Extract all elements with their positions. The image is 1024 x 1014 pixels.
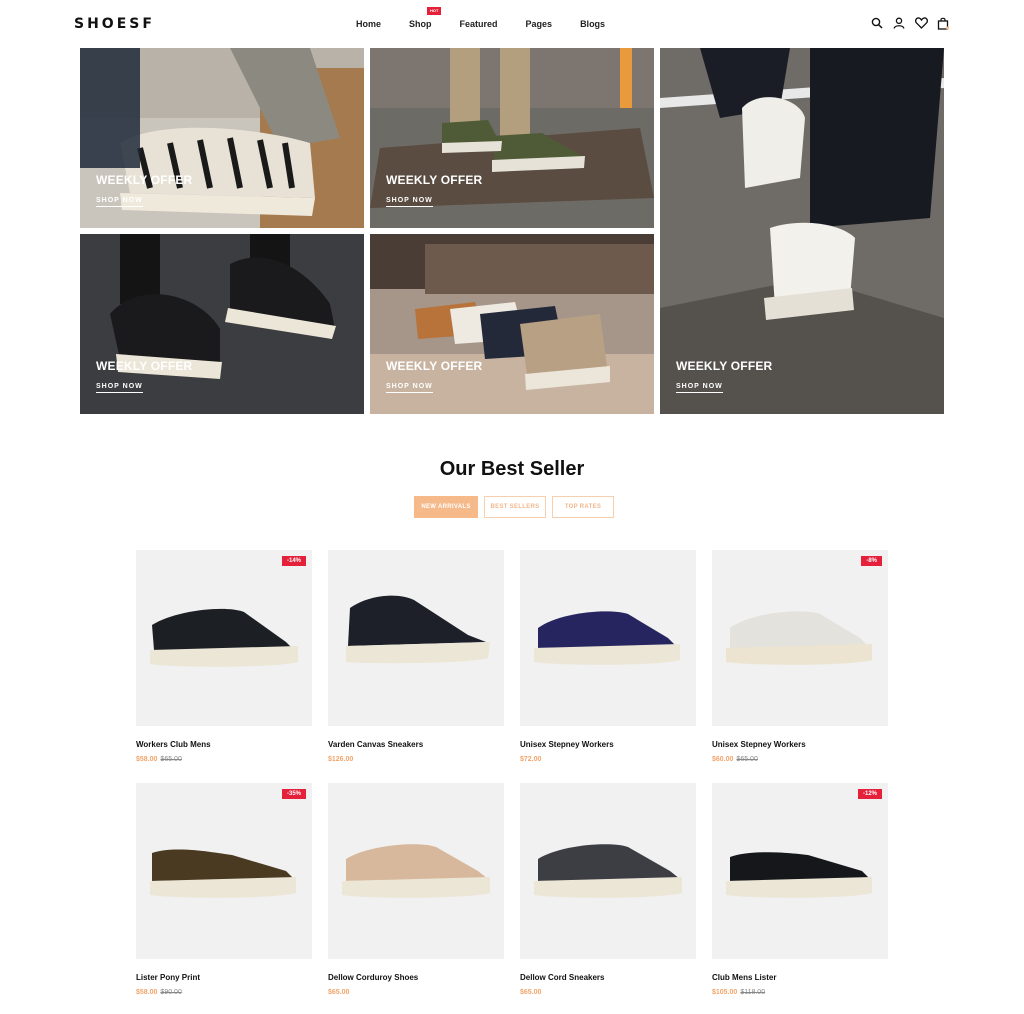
product-card: Varden Canvas Sneakers $126.00 <box>328 550 504 763</box>
product-image[interactable] <box>328 550 504 726</box>
search-icon[interactable] <box>870 16 884 30</box>
cart-icon[interactable] <box>936 16 950 30</box>
section-title: Our Best Seller <box>439 458 585 480</box>
site-header: SHOESF Home Shop HOT Featured Pages Blog… <box>0 0 1024 46</box>
product-image[interactable]: -35% <box>136 783 312 959</box>
product-prices: $72.00 <box>520 756 696 763</box>
user-icon[interactable] <box>892 16 906 30</box>
product-card: -14% Workers Club Mens $58.00 $65.00 <box>136 550 312 763</box>
banner-tile-5[interactable]: WEEKLY OFFER SHOP NOW <box>370 234 654 414</box>
header-icons <box>870 16 950 30</box>
banner-tile-1[interactable]: WEEKLY OFFER SHOP NOW <box>80 48 364 228</box>
product-old-price: $65.00 <box>736 756 758 763</box>
product-card: Dellow Corduroy Shoes $65.00 <box>328 783 504 996</box>
product-image[interactable]: -14% <box>136 550 312 726</box>
product-old-price: $90.00 <box>160 989 182 996</box>
product-image[interactable] <box>328 783 504 959</box>
banner-tile-4[interactable]: WEEKLY OFFER SHOP NOW <box>80 234 364 414</box>
product-prices: $58.00 $65.00 <box>136 756 312 763</box>
product-price: $105.00 <box>712 989 738 996</box>
product-prices: $60.00 $65.00 <box>712 756 888 763</box>
discount-badge: -12% <box>857 789 882 799</box>
product-price: $60.00 <box>712 756 734 763</box>
banner-tile-3[interactable]: WEEKLY OFFER SHOP NOW <box>660 48 944 414</box>
product-price: $72.00 <box>520 756 542 763</box>
product-price: $65.00 <box>520 989 542 996</box>
banner-title: WEEKLY OFFER <box>96 173 193 187</box>
product-old-price: $118.00 <box>740 989 766 996</box>
banner-shop-now-link[interactable]: SHOP NOW <box>386 383 433 393</box>
site-logo[interactable]: SHOESF <box>74 16 155 32</box>
banner-title: WEEKLY OFFER <box>386 173 483 187</box>
product-prices: $126.00 <box>328 756 504 763</box>
product-name[interactable]: Dellow Corduroy Shoes <box>328 973 504 982</box>
product-old-price: $65.00 <box>160 756 182 763</box>
tab-best-sellers[interactable]: BEST SELLERS <box>484 496 546 518</box>
product-card: Unisex Stepney Workers $72.00 <box>520 550 696 763</box>
product-name[interactable]: Club Mens Lister <box>712 973 888 982</box>
product-prices: $58.00 $90.00 <box>136 989 312 996</box>
product-card: Dellow Cord Sneakers $65.00 <box>520 783 696 996</box>
product-card: -35% Lister Pony Print $58.00 $90.00 <box>136 783 312 996</box>
tab-new-arrivals[interactable]: NEW ARRIVALS <box>414 496 478 518</box>
banner-title: WEEKLY OFFER <box>676 359 773 373</box>
product-prices: $105.00 $118.00 <box>712 989 888 996</box>
nav-item-featured[interactable]: Featured <box>460 19 498 29</box>
product-price: $58.00 <box>136 989 158 996</box>
heart-icon[interactable] <box>914 16 928 30</box>
nav-item-blogs[interactable]: Blogs <box>580 19 605 29</box>
product-image[interactable]: -12% <box>712 783 888 959</box>
banner-shop-now-link[interactable]: SHOP NOW <box>676 383 723 393</box>
discount-badge: -8% <box>861 556 882 566</box>
product-tabs: NEW ARRIVALS BEST SELLERS TOP RATES <box>414 496 614 518</box>
product-card: -12% Club Mens Lister $105.00 $118.00 <box>712 783 888 996</box>
banner-shop-now-link[interactable]: SHOP NOW <box>386 197 433 207</box>
product-prices: $65.00 <box>328 989 504 996</box>
product-name[interactable]: Dellow Cord Sneakers <box>520 973 696 982</box>
nav-item-shop[interactable]: Shop HOT <box>409 7 442 29</box>
banner-title: WEEKLY OFFER <box>386 359 483 373</box>
banner-shop-now-link[interactable]: SHOP NOW <box>96 383 143 393</box>
hot-badge: HOT <box>427 7 442 15</box>
product-name[interactable]: Unisex Stepney Workers <box>712 740 888 749</box>
product-name[interactable]: Workers Club Mens <box>136 740 312 749</box>
nav-item-shop-label: Shop <box>409 19 432 29</box>
tab-top-rates[interactable]: TOP RATES <box>552 496 614 518</box>
product-price: $58.00 <box>136 756 158 763</box>
product-name[interactable]: Unisex Stepney Workers <box>520 740 696 749</box>
product-price: $65.00 <box>328 989 350 996</box>
nav-item-pages[interactable]: Pages <box>526 19 553 29</box>
banner-tile-2[interactable]: WEEKLY OFFER SHOP NOW <box>370 48 654 228</box>
product-card: -8% Unisex Stepney Workers $60.00 $65.00 <box>712 550 888 763</box>
discount-badge: -14% <box>281 556 306 566</box>
discount-badge: -35% <box>281 789 306 799</box>
product-name[interactable]: Lister Pony Print <box>136 973 312 982</box>
product-image[interactable] <box>520 783 696 959</box>
banner-shop-now-link[interactable]: SHOP NOW <box>96 197 143 207</box>
banner-title: WEEKLY OFFER <box>96 359 193 373</box>
product-image[interactable] <box>520 550 696 726</box>
main-nav: Home Shop HOT Featured Pages Blogs <box>356 7 605 29</box>
nav-item-home[interactable]: Home <box>356 19 381 29</box>
product-price: $126.00 <box>328 756 354 763</box>
product-image[interactable]: -8% <box>712 550 888 726</box>
product-name[interactable]: Varden Canvas Sneakers <box>328 740 504 749</box>
product-prices: $65.00 <box>520 989 696 996</box>
